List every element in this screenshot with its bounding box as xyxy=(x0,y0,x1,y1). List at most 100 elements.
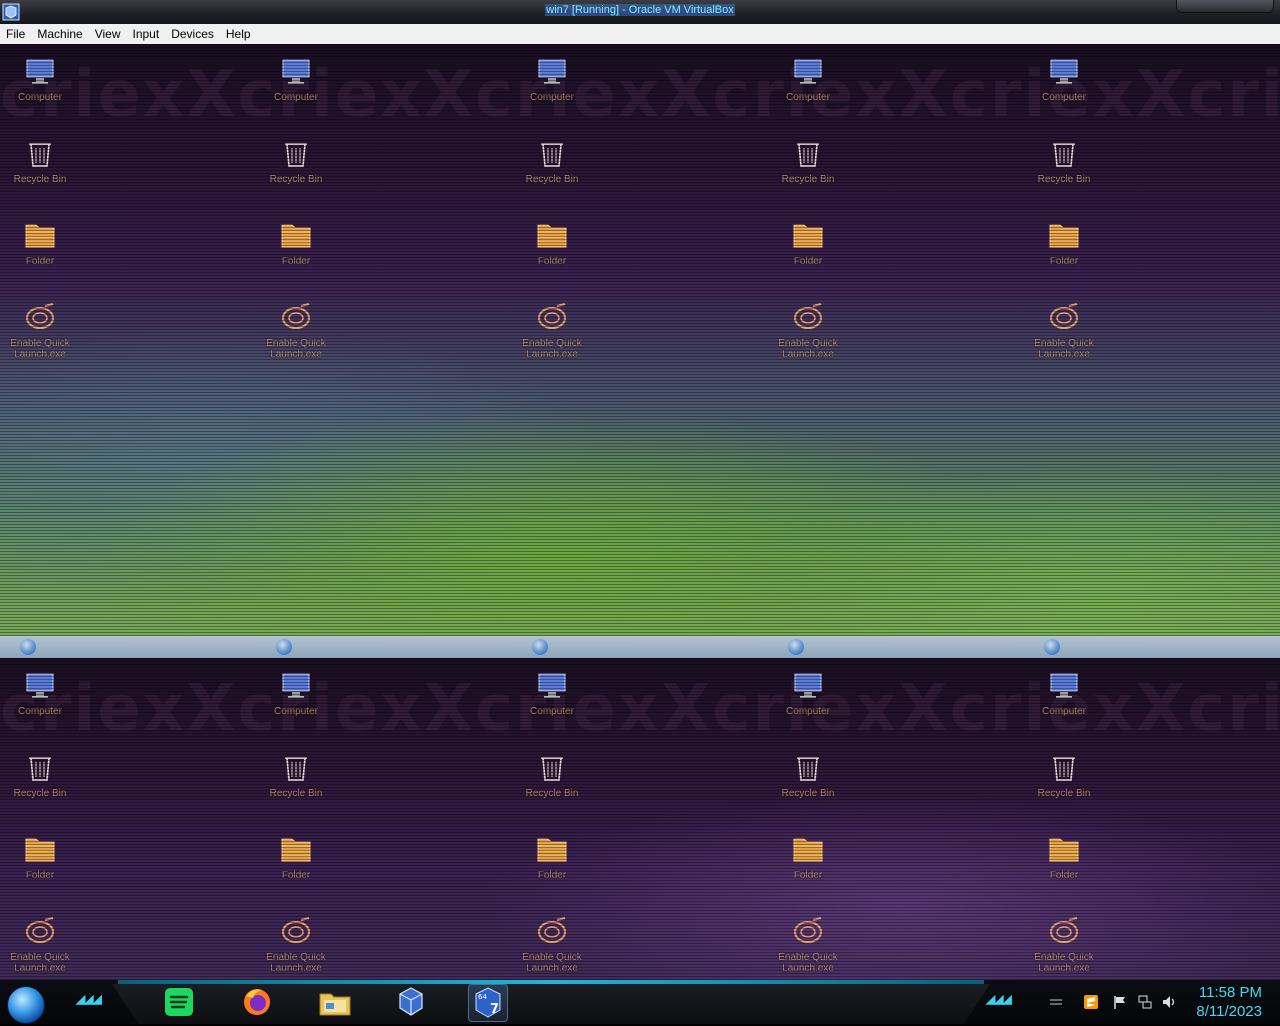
desktop-icon-folder[interactable]: Folder xyxy=(256,218,336,288)
folder-icon xyxy=(279,218,313,252)
desktop-icon-recycle-bin[interactable]: Recycle Bin xyxy=(0,136,80,206)
file-explorer-icon[interactable] xyxy=(316,984,354,1020)
desktop-icon-enable-quick-launch[interactable]: Enable Quick Launch.exe xyxy=(1024,300,1104,370)
enable-quick-launch-icon xyxy=(535,914,569,948)
desktop-icon-computer[interactable]: Computer xyxy=(1024,54,1104,124)
enable-quick-launch-icon xyxy=(791,914,825,948)
vm-desktop-lower[interactable]: criexXcriexXcriexXcriexXcriexXcriexX Com… xyxy=(0,658,1280,980)
window-titlebar[interactable]: win7 [Running] - Oracle VM VirtualBox xyxy=(0,0,1280,25)
desktop-icon-recycle-bin[interactable]: Recycle Bin xyxy=(512,750,592,820)
sublime-icon[interactable] xyxy=(1083,994,1099,1010)
desktop-icon-recycle-bin[interactable]: Recycle Bin xyxy=(1024,136,1104,206)
desktop-icon-computer[interactable]: Computer xyxy=(256,668,336,738)
volume-icon[interactable] xyxy=(1161,994,1177,1010)
desktop-icon-label: Enable Quick Launch.exe xyxy=(522,952,582,974)
decor-chevrons-right: ◢◢◢ xyxy=(986,992,1012,1006)
desktop-icon-computer[interactable]: Computer xyxy=(768,54,848,124)
desktop-icon-computer[interactable]: Computer xyxy=(768,668,848,738)
desktop-icon-folder[interactable]: Folder xyxy=(0,218,80,288)
desktop-icon-label: Folder xyxy=(537,256,567,267)
desktop-icon-enable-quick-launch[interactable]: Enable Quick Launch.exe xyxy=(768,300,848,370)
start-orb-icon[interactable] xyxy=(7,986,45,1024)
desktop-icon-label: Recycle Bin xyxy=(525,174,579,185)
menu-file[interactable]: File xyxy=(0,24,31,44)
menu-view[interactable]: View xyxy=(89,24,127,44)
spotify-icon[interactable] xyxy=(160,984,198,1020)
vm-ghost-taskbar xyxy=(0,636,1280,658)
desktop-icon-folder[interactable]: Folder xyxy=(256,832,336,902)
desktop-icon-recycle-bin[interactable]: Recycle Bin xyxy=(512,136,592,206)
desktop-icon-computer[interactable]: Computer xyxy=(512,668,592,738)
taskbar-clock[interactable]: 11:58 PM 8/11/2023 xyxy=(1196,983,1262,1021)
menu-devices[interactable]: Devices xyxy=(165,24,220,44)
firefox-icon[interactable] xyxy=(238,984,276,1020)
window-controls[interactable] xyxy=(1176,0,1274,13)
menu-help[interactable]: Help xyxy=(220,24,257,44)
computer-icon xyxy=(791,668,825,702)
desktop-icon-folder[interactable]: Folder xyxy=(512,218,592,288)
desktop-icon-label: Computer xyxy=(1042,92,1086,103)
computer-icon xyxy=(1047,668,1081,702)
desktop-icon-folder[interactable]: Folder xyxy=(512,832,592,902)
win7-vm-icon[interactable]: 7 64 xyxy=(468,984,508,1022)
recycle-bin-icon xyxy=(23,136,57,170)
desktop-icon-folder[interactable]: Folder xyxy=(0,832,80,902)
folder-icon xyxy=(1047,832,1081,866)
computer-icon xyxy=(535,668,569,702)
virtualbox-icon[interactable] xyxy=(392,984,430,1020)
desktop-icon-recycle-bin[interactable]: Recycle Bin xyxy=(256,750,336,820)
desktop-icon-label: Recycle Bin xyxy=(1037,788,1091,799)
desktop-icon-recycle-bin[interactable]: Recycle Bin xyxy=(0,750,80,820)
vm-start-orb-icon xyxy=(1044,639,1060,655)
window-title: win7 [Running] - Oracle VM VirtualBox xyxy=(545,4,735,16)
desktop-icon-label: Enable Quick Launch.exe xyxy=(10,952,70,974)
desktop-icon-label: Enable Quick Launch.exe xyxy=(266,952,326,974)
desktop-icon-label: Enable Quick Launch.exe xyxy=(266,338,326,360)
desktop-icon-enable-quick-launch[interactable]: Enable Quick Launch.exe xyxy=(256,300,336,370)
desktop-icon-computer[interactable]: Computer xyxy=(256,54,336,124)
desktop-icon-recycle-bin[interactable]: Recycle Bin xyxy=(1024,750,1104,820)
recycle-bin-icon xyxy=(279,136,313,170)
desktop-icon-folder[interactable]: Folder xyxy=(768,832,848,902)
desktop-icon-enable-quick-launch[interactable]: Enable Quick Launch.exe xyxy=(0,300,80,370)
desktop-icon-computer[interactable]: Computer xyxy=(0,668,80,738)
folder-icon xyxy=(279,832,313,866)
menu-input[interactable]: Input xyxy=(127,24,166,44)
desktop-icon-folder[interactable]: Folder xyxy=(768,218,848,288)
vm-start-orb-icon xyxy=(20,639,36,655)
desktop-icon-recycle-bin[interactable]: Recycle Bin xyxy=(768,750,848,820)
desktop-icon-computer[interactable]: Computer xyxy=(0,54,80,124)
computer-icon xyxy=(23,668,57,702)
vm-start-orb-icon xyxy=(276,639,292,655)
desktop-icon-folder[interactable]: Folder xyxy=(1024,832,1104,902)
action-center-flag-icon[interactable] xyxy=(1112,994,1128,1010)
desktop-icon-label: Computer xyxy=(530,92,574,103)
desktop-icon-folder[interactable]: Folder xyxy=(1024,218,1104,288)
vm-desktop-upper[interactable]: criexXcriexXcriexXcriexXcriexXcriexX Com… xyxy=(0,44,1280,636)
desktop-icon-enable-quick-launch[interactable]: Enable Quick Launch.exe xyxy=(512,914,592,980)
menu-machine[interactable]: Machine xyxy=(31,24,88,44)
desktop-icon-label: Recycle Bin xyxy=(781,174,835,185)
enable-quick-launch-icon xyxy=(535,300,569,334)
desktop-icon-enable-quick-launch[interactable]: Enable Quick Launch.exe xyxy=(256,914,336,980)
vm-display[interactable]: criexXcriexXcriexXcriexXcriexXcriexX Com… xyxy=(0,44,1280,980)
desktop-icon-computer[interactable]: Computer xyxy=(1024,668,1104,738)
folder-icon xyxy=(1047,218,1081,252)
network-icon[interactable] xyxy=(1137,994,1153,1010)
recycle-bin-icon xyxy=(279,750,313,784)
desktop-icon-computer[interactable]: Computer xyxy=(512,54,592,124)
recycle-bin-icon xyxy=(1047,750,1081,784)
desktop-icon-recycle-bin[interactable]: Recycle Bin xyxy=(256,136,336,206)
desktop-icon-enable-quick-launch[interactable]: Enable Quick Launch.exe xyxy=(1024,914,1104,980)
folder-icon xyxy=(791,832,825,866)
desktop-icon-enable-quick-launch[interactable]: Enable Quick Launch.exe xyxy=(0,914,80,980)
show-hidden-icon[interactable] xyxy=(1048,994,1064,1010)
desktop-icon-label: Computer xyxy=(786,706,830,717)
desktop-icon-recycle-bin[interactable]: Recycle Bin xyxy=(768,136,848,206)
desktop-icon-label: Recycle Bin xyxy=(1037,174,1091,185)
desktop-icon-enable-quick-launch[interactable]: Enable Quick Launch.exe xyxy=(768,914,848,980)
recycle-bin-icon xyxy=(23,750,57,784)
desktop-icon-label: Recycle Bin xyxy=(13,788,67,799)
desktop-icon-label: Computer xyxy=(530,706,574,717)
desktop-icon-enable-quick-launch[interactable]: Enable Quick Launch.exe xyxy=(512,300,592,370)
